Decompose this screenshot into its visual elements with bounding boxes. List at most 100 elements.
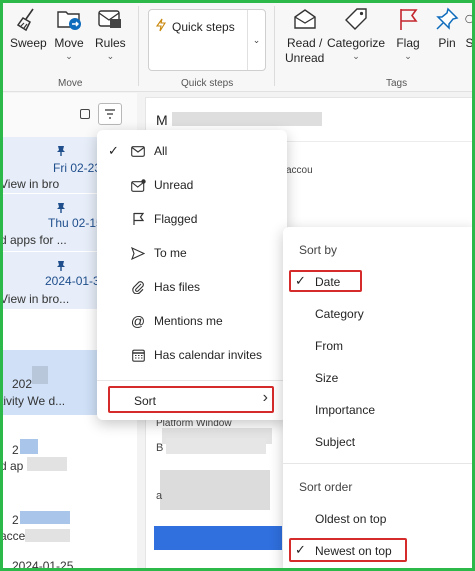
- filter-option-has-calendar-invites[interactable]: Has calendar invites: [97, 340, 287, 370]
- blurred-text: [25, 529, 70, 542]
- pin-icon: [56, 202, 65, 217]
- check-icon: ✓: [108, 143, 119, 158]
- mail-icon: [130, 143, 146, 159]
- move-button[interactable]: Move ⌄: [54, 4, 84, 62]
- flag-icon: [130, 211, 146, 227]
- chevron-down-icon: ⌄: [352, 51, 360, 61]
- list-item-date: 202: [12, 377, 33, 391]
- sort-by-option-from[interactable]: From: [315, 339, 343, 353]
- ribbon: Sweep Move ⌄ Rules ⌄ Move Quick steps ⌄ …: [0, 0, 475, 92]
- list-item[interactable]: 2 d ap: [0, 423, 137, 499]
- filter-option-has-files[interactable]: Has files: [97, 272, 287, 302]
- filter-option-unread[interactable]: Unread: [97, 170, 287, 200]
- check-icon: ✓: [295, 542, 306, 557]
- move-group-label: Move: [58, 78, 83, 89]
- filter-option-label: Mentions me: [154, 314, 223, 328]
- tags-group-label: Tags: [386, 78, 408, 89]
- flag-button[interactable]: Flag ⌄: [393, 4, 423, 62]
- broom-icon: [13, 4, 43, 34]
- filter-option-flagged[interactable]: Flagged: [97, 204, 287, 234]
- list-item-snippet: tivity We d...: [0, 394, 66, 408]
- chevron-right-icon: ›: [262, 389, 268, 406]
- reading-pane-snippet: a: [156, 490, 163, 502]
- move-label: Move: [54, 36, 84, 50]
- flag-icon: [393, 4, 423, 34]
- envelope-open-icon: [290, 4, 320, 34]
- chevron-down-icon: ⌄: [252, 34, 261, 45]
- sort-menu-item[interactable]: Sort ›: [108, 386, 274, 413]
- chevron-down-icon: ⌄: [404, 51, 412, 61]
- filter-option-label: Flagged: [154, 212, 198, 226]
- pin-icon: [56, 260, 65, 275]
- quick-steps-expand-button[interactable]: ⌄: [247, 10, 265, 70]
- menu-divider: [97, 380, 287, 381]
- list-item[interactable]: 2024-01-25: [0, 559, 137, 571]
- flag-label: Flag: [396, 36, 420, 50]
- blurred-banner: [154, 526, 282, 550]
- attachment-icon: [130, 279, 146, 295]
- list-item-snippet: d apps for ...: [0, 233, 67, 247]
- blurred-text: [32, 366, 48, 384]
- snooze-button[interactable]: S: [464, 4, 475, 51]
- filter-option-to-me[interactable]: To me: [97, 238, 287, 268]
- sort-by-heading: Sort by: [299, 243, 338, 257]
- list-item-date: 2024-01-25: [12, 559, 74, 571]
- sort-order-heading: Sort order: [299, 480, 353, 494]
- filter-button[interactable]: [98, 103, 122, 125]
- list-item-date: Thu 02-15: [48, 216, 103, 230]
- sort-by-option-date: Date: [315, 275, 341, 289]
- ribbon-divider: [274, 6, 275, 86]
- list-item-snippet: acce: [0, 529, 26, 543]
- blurred-text: [166, 438, 266, 454]
- mention-icon: @: [130, 313, 146, 329]
- blurred-text: [172, 112, 322, 126]
- sweep-label: Sweep: [10, 36, 47, 50]
- select-mode-icon[interactable]: [80, 109, 90, 119]
- sweep-button[interactable]: Sweep: [10, 4, 47, 51]
- send-icon: [130, 245, 146, 261]
- categorize-button[interactable]: Categorize ⌄: [327, 4, 385, 62]
- reading-pane-subject-initial: M: [156, 112, 168, 128]
- chevron-down-icon: ⌄: [106, 51, 115, 61]
- filter-icon: [105, 109, 115, 119]
- tag-icon: [341, 4, 371, 34]
- snooze-icon: [464, 4, 475, 34]
- quick-steps-gallery[interactable]: Quick steps ⌄: [148, 9, 266, 71]
- filter-option-all[interactable]: ✓ All: [97, 136, 287, 166]
- lightning-icon: [155, 18, 167, 35]
- read-unread-button[interactable]: Read / Unread: [285, 4, 324, 66]
- pin-label: Pin: [438, 36, 456, 50]
- sort-by-option-size[interactable]: Size: [315, 371, 338, 385]
- pin-button[interactable]: Pin: [432, 4, 462, 51]
- blurred-text: [20, 439, 38, 454]
- rules-button[interactable]: Rules ⌄: [95, 4, 126, 62]
- sort-by-option-category[interactable]: Category: [315, 307, 364, 321]
- sort-order-option-newest: Newest on top: [315, 544, 392, 558]
- reading-pane-snippet: accou: [286, 165, 313, 176]
- blurred-text: [27, 457, 67, 471]
- filter-option-label: Unread: [154, 178, 194, 192]
- filter-option-mentions-me[interactable]: @ Mentions me: [97, 306, 287, 336]
- sort-label: Sort: [134, 394, 157, 408]
- list-item-snippet: d ap: [0, 459, 24, 473]
- rules-icon: [95, 4, 125, 34]
- read-unread-label: Read / Unread: [285, 36, 325, 65]
- filter-option-label: Has calendar invites: [154, 348, 263, 362]
- chevron-down-icon: ⌄: [65, 51, 73, 61]
- list-item-snippet: View in bro: [0, 177, 60, 191]
- snooze-label: S: [465, 36, 474, 50]
- sort-by-option-importance[interactable]: Importance: [315, 403, 375, 417]
- pin-icon: [56, 145, 65, 160]
- filter-option-label: Has files: [154, 280, 201, 294]
- filter-option-label: All: [154, 144, 168, 158]
- rules-label: Rules: [95, 36, 126, 50]
- calendar-icon: [130, 347, 146, 363]
- blurred-text: [20, 511, 70, 524]
- sort-by-option-subject[interactable]: Subject: [315, 435, 355, 449]
- filter-option-label: To me: [154, 246, 187, 260]
- list-item-date: Fri 02-23: [53, 161, 102, 175]
- folder-move-icon: [54, 4, 84, 34]
- list-item[interactable]: 2 acce: [0, 501, 137, 561]
- check-icon: ✓: [295, 273, 306, 288]
- sort-order-option-oldest[interactable]: Oldest on top: [315, 512, 386, 526]
